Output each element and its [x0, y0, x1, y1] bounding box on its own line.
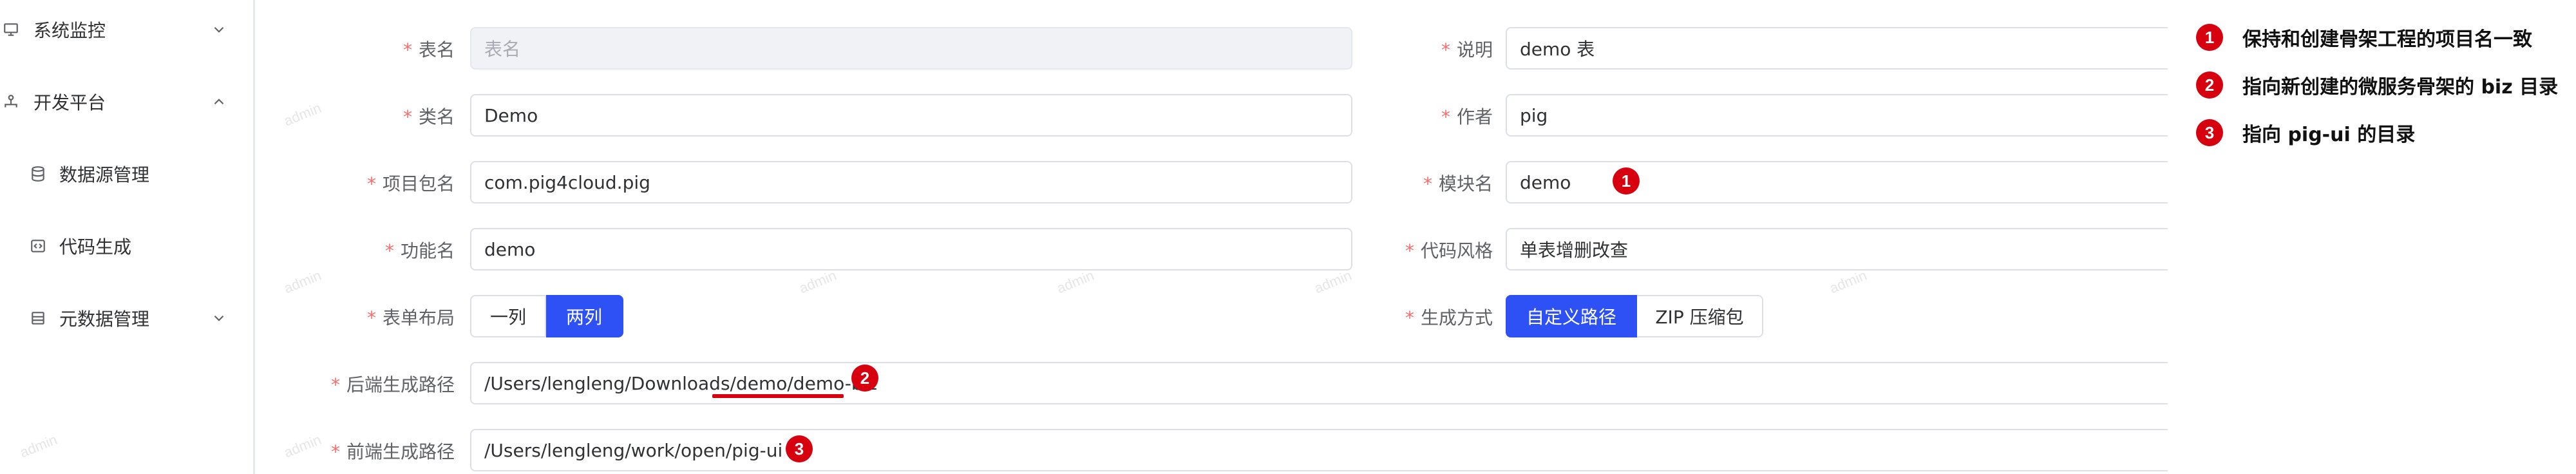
gen-type-radio-group: 自定义路径 ZIP 压缩包: [1506, 295, 1763, 337]
sidebar-item-label: 数据源管理: [59, 164, 150, 185]
class-name-input[interactable]: Demo: [470, 94, 1352, 137]
module-name-label: * 模块名: [1423, 173, 1493, 194]
watermark: admin: [281, 431, 324, 461]
form-layout-one-column-button[interactable]: 一列: [470, 295, 546, 337]
watermark: admin: [281, 99, 324, 129]
table-name-label: * 表名: [402, 39, 455, 61]
annotation-item: 1 保持和创建骨架工程的项目名一致: [2196, 23, 2532, 52]
frontend-path-label: * 前端生成路径: [330, 441, 455, 462]
watermark: admin: [281, 267, 324, 297]
watermark: admin: [797, 267, 839, 297]
annotation-badge-2: 2: [851, 365, 878, 392]
monitor-icon: [4, 23, 18, 36]
sidebar-item-datasource[interactable]: 数据源管理: [0, 138, 253, 210]
annotation-item: 2 指向新创建的微服务骨架的 biz 目录: [2196, 71, 2558, 99]
sidebar: 系统监控 开发平台 数据源管理 代码生成 元数据管理: [0, 0, 255, 474]
backend-path-input[interactable]: /Users/lengleng/Downloads/demo/demo-biz: [470, 362, 2222, 404]
annotation-badge-2: 2: [2196, 71, 2223, 99]
watermark: admin: [1827, 267, 1870, 297]
annotation-text: 指向新创建的微服务骨架的 biz 目录: [2242, 76, 2559, 99]
frontend-path-input[interactable]: /Users/lengleng/work/open/pig-ui: [470, 429, 2222, 471]
author-label: * 作者: [1441, 106, 1493, 128]
form-layout-radio-group: 一列 两列: [470, 295, 623, 337]
description-input[interactable]: demo 表: [1506, 27, 2214, 70]
sidebar-item-label: 代码生成: [59, 236, 132, 258]
annotation-badge-1: 1: [2196, 24, 2223, 51]
sidebar-item-metadata[interactable]: 元数据管理: [0, 282, 253, 354]
annotation-text: 保持和创建骨架工程的项目名一致: [2242, 28, 2532, 51]
gen-type-label: * 生成方式: [1405, 307, 1493, 328]
table-name-placeholder: 表名: [484, 39, 521, 60]
database-icon: [32, 166, 44, 182]
annotation-badge-3: 3: [786, 435, 813, 462]
code-style-select[interactable]: 单表增删改查: [1506, 228, 2214, 270]
watermark: admin: [1054, 267, 1097, 297]
function-name-label: * 功能名: [384, 240, 455, 261]
annotation-text: 指向 pig-ui 的目录: [2242, 124, 2416, 146]
chevron-down-icon[interactable]: [211, 310, 227, 327]
package-name-input[interactable]: com.pig4cloud.pig: [470, 161, 1352, 204]
backend-path-highlight-underline: [712, 394, 844, 398]
gen-type-zip-button[interactable]: ZIP 压缩包: [1637, 295, 1763, 337]
annotation-badge-3: 3: [2196, 119, 2223, 146]
form-layout-two-column-button[interactable]: 两列: [546, 295, 623, 337]
package-name-label: * 项目包名: [366, 173, 455, 194]
description-label: * 说明: [1441, 39, 1493, 61]
gen-type-custom-path-button[interactable]: 自定义路径: [1506, 295, 1637, 337]
sidebar-item-label: 开发平台: [33, 92, 106, 113]
code-icon: [31, 240, 45, 252]
sidebar-item-label: 元数据管理: [59, 308, 150, 330]
chevron-down-icon[interactable]: [211, 21, 227, 38]
table-icon: [32, 312, 44, 325]
sidebar-item-codegen[interactable]: 代码生成: [0, 210, 253, 282]
form-layout-label: * 表单布局: [366, 307, 455, 328]
backend-path-label: * 后端生成路径: [330, 374, 455, 395]
chevron-up-icon[interactable]: [211, 93, 227, 110]
function-name-input[interactable]: demo: [470, 228, 1352, 270]
annotation-badge-1: 1: [1613, 167, 1640, 194]
module-name-input[interactable]: demo: [1506, 161, 2214, 204]
code-style-label: * 代码风格: [1405, 240, 1493, 261]
sidebar-item-label: 系统监控: [33, 20, 106, 41]
class-name-label: * 类名: [402, 106, 455, 128]
annotation-item: 3 指向 pig-ui 的目录: [2196, 118, 2415, 147]
author-input[interactable]: pig: [1506, 94, 2214, 137]
sidebar-item-dev-platform[interactable]: 开发平台: [0, 66, 253, 138]
sidebar-item-system-monitor[interactable]: 系统监控: [0, 0, 253, 66]
watermark: admin: [1312, 267, 1354, 297]
platform-icon: [5, 95, 17, 108]
table-name-input[interactable]: 表名: [470, 27, 1352, 70]
